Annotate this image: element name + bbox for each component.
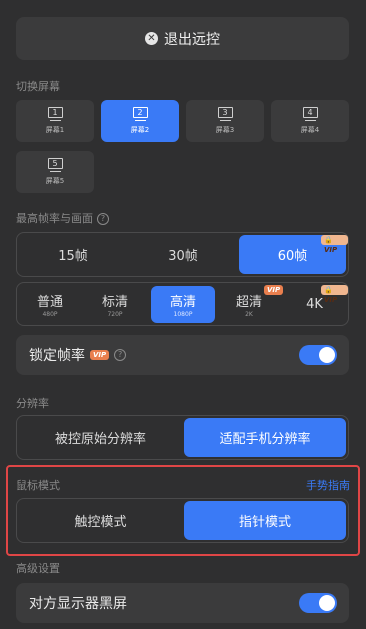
quality-sub: 720P xyxy=(107,310,123,318)
quality-option-hd[interactable]: 高清 1080P xyxy=(151,286,215,323)
lock-frame-rate-label: 锁定帧率 xyxy=(29,348,85,364)
monitor-icon: 1 xyxy=(47,107,63,121)
screen-tile-3[interactable]: 3 屏幕3 xyxy=(186,100,264,142)
vip-lock-badge: 🔒 VIP xyxy=(321,235,348,254)
fps-label: 30帧 xyxy=(168,249,198,264)
vip-badge-text: VIP xyxy=(324,246,338,254)
quality-option-normal[interactable]: 普通 480P xyxy=(19,285,81,323)
resolution-option-fit-phone[interactable]: 适配手机分辨率 xyxy=(184,418,346,457)
vip-badge-text: VIP xyxy=(324,296,338,304)
quality-sub: 2K xyxy=(245,310,253,318)
lock-icon: 🔒 xyxy=(324,236,333,244)
resolution-label: 适配手机分辨率 xyxy=(219,432,311,447)
mouse-mode-option-touch[interactable]: 触控模式 xyxy=(19,501,182,540)
screen-label: 屏幕4 xyxy=(300,126,320,134)
fps-option-15[interactable]: 15帧 xyxy=(19,235,127,274)
monitor-icon: 2 xyxy=(132,107,148,121)
quality-label: 超清 xyxy=(235,294,262,310)
mouse-mode-segmented-control: 触控模式 指针模式 xyxy=(16,498,349,543)
black-screen-row: 对方显示器黑屏 xyxy=(16,583,349,623)
screen-label: 屏幕3 xyxy=(215,126,235,134)
screen-label: 屏幕1 xyxy=(45,126,65,134)
quality-sub: 480P xyxy=(42,310,58,318)
gesture-guide-link[interactable]: 手势指南 xyxy=(306,477,350,493)
fps-option-30[interactable]: 30帧 xyxy=(129,235,237,274)
monitor-icon: 3 xyxy=(217,107,233,121)
resolution-option-original[interactable]: 被控原始分辨率 xyxy=(19,418,182,457)
screen-tile-4[interactable]: 4 屏幕4 xyxy=(271,100,349,142)
mouse-mode-label: 触控模式 xyxy=(74,515,127,530)
frame-quality-title: 最高帧率与画面? xyxy=(16,210,109,226)
switch-screen-title: 切换屏幕 xyxy=(16,80,60,93)
fps-label: 15帧 xyxy=(58,249,88,264)
frame-quality-label: 最高帧率与画面 xyxy=(16,212,93,225)
help-icon[interactable]: ? xyxy=(114,349,127,361)
vip-badge: VIP xyxy=(264,285,284,295)
lock-frame-rate-toggle[interactable] xyxy=(299,345,337,365)
fps-segmented-control: 15帧 30帧 60帧 🔒 VIP xyxy=(16,232,349,277)
close-circle-icon: ✕ xyxy=(145,32,158,45)
screen-tile-1[interactable]: 1 屏幕1 xyxy=(16,100,94,142)
lock-frame-rate-row: 锁定帧率 VIP ? xyxy=(16,335,349,375)
quality-sub: 1080P xyxy=(173,311,193,318)
quality-label: 4K xyxy=(306,296,323,312)
lock-icon: 🔒 xyxy=(324,286,333,294)
quality-text-stack: 高清 1080P xyxy=(170,291,196,318)
mouse-mode-title: 鼠标模式 xyxy=(16,479,60,492)
screen-tile-5[interactable]: 5 屏幕5 xyxy=(16,151,94,193)
resolution-label: 被控原始分辨率 xyxy=(54,432,146,447)
vip-lock-badge: 🔒 VIP xyxy=(321,285,348,304)
quality-text-stack: 标清 720P xyxy=(102,291,128,318)
screen-tile-2[interactable]: 2 屏幕2 xyxy=(101,100,179,142)
black-screen-toggle[interactable] xyxy=(299,593,337,613)
screen-label: 屏幕5 xyxy=(45,177,65,185)
help-icon[interactable]: ? xyxy=(97,213,109,225)
quality-label: 高清 xyxy=(169,295,196,310)
quality-segmented-control: 普通 480P 标清 720P 高清 1080P 超清 2K VIP 4K 🔒V… xyxy=(16,282,349,326)
screen-label: 屏幕2 xyxy=(130,126,150,134)
mouse-mode-label: 指针模式 xyxy=(238,515,291,530)
advanced-settings-title: 高级设置 xyxy=(16,562,60,575)
fps-label: 60帧 xyxy=(277,249,308,264)
exit-remote-button[interactable]: ✕ 退出远控 xyxy=(16,17,349,60)
resolution-title: 分辨率 xyxy=(16,397,49,410)
mouse-mode-option-pointer[interactable]: 指针模式 xyxy=(184,501,346,540)
monitor-icon: 5 xyxy=(47,158,63,172)
quality-text-stack: 超清 2K xyxy=(236,291,262,318)
vip-badge: VIP xyxy=(90,350,110,360)
remote-control-panel: ✕ 退出远控 切换屏幕 1 屏幕1 2 屏幕2 3 屏幕3 4 屏幕4 5 屏幕… xyxy=(0,0,366,629)
quality-option-sd[interactable]: 标清 720P xyxy=(84,285,146,323)
quality-label: 标清 xyxy=(101,294,128,310)
black-screen-label: 对方显示器黑屏 xyxy=(29,596,127,612)
monitor-icon: 4 xyxy=(302,107,318,121)
quality-text-stack: 普通 480P xyxy=(37,291,63,318)
exit-remote-label: 退出远控 xyxy=(164,31,220,48)
quality-label: 普通 xyxy=(36,294,63,310)
resolution-segmented-control: 被控原始分辨率 适配手机分辨率 xyxy=(16,415,349,460)
